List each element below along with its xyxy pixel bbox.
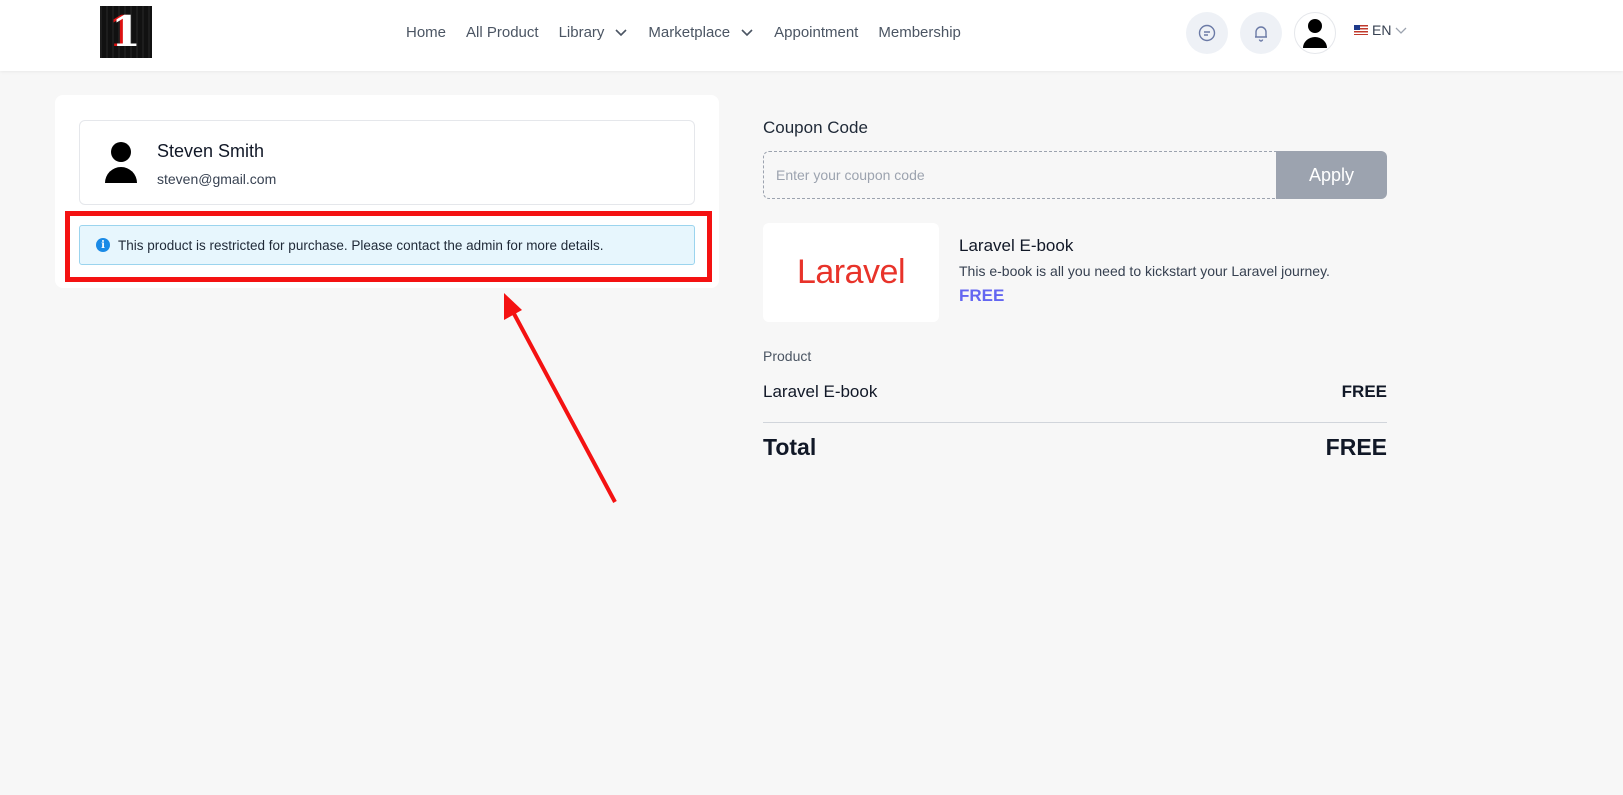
top-header: 1 Home All Product Library Marketplace A… <box>0 0 1623 71</box>
nav-membership-label: Membership <box>878 23 961 41</box>
summary-label: Product <box>763 348 812 364</box>
main-nav: Home All Product Library Marketplace App… <box>406 0 981 64</box>
user-icon <box>105 142 137 183</box>
profile-avatar-button[interactable] <box>1294 12 1336 54</box>
nav-library-label: Library <box>558 23 605 41</box>
nav-all-product-label: All Product <box>466 23 539 41</box>
annotation-highlight-box <box>65 211 712 282</box>
coupon-input[interactable] <box>763 151 1278 199</box>
user-email: steven@gmail.com <box>157 171 277 187</box>
product-description: This e-book is all you need to kickstart… <box>959 263 1330 279</box>
logo-pattern <box>100 6 152 58</box>
language-selector[interactable]: EN <box>1354 22 1408 38</box>
nav-membership[interactable]: Membership <box>878 24 961 41</box>
total-label: Total <box>763 434 817 460</box>
chevron-down-icon <box>741 29 753 37</box>
notifications-button[interactable] <box>1240 12 1282 54</box>
nav-marketplace-label: Marketplace <box>648 23 731 41</box>
product-title: Laravel E-book <box>959 236 1074 255</box>
laravel-logo: Laravel <box>796 253 906 291</box>
user-box: Steven Smith steven@gmail.com <box>79 120 695 205</box>
nav-appointment[interactable]: Appointment <box>774 24 858 41</box>
nav-marketplace[interactable]: Marketplace <box>648 24 754 41</box>
summary-divider <box>763 422 1387 423</box>
chevron-down-icon <box>1395 27 1407 34</box>
nav-home-label: Home <box>406 23 447 41</box>
line-item-name: Laravel E-book <box>763 382 878 401</box>
coupon-title: Coupon Code <box>763 118 868 137</box>
nav-appointment-label: Appointment <box>774 23 859 41</box>
arrow-head <box>504 293 522 320</box>
chat-icon <box>1198 24 1216 42</box>
language-label: EN <box>1372 22 1392 38</box>
chevron-down-icon <box>615 29 627 37</box>
product-price: FREE <box>959 286 1005 305</box>
nav-library[interactable]: Library <box>559 24 629 41</box>
user-name: Steven Smith <box>157 141 265 161</box>
total-value: FREE <box>1325 434 1387 460</box>
nav-home[interactable]: Home <box>406 24 446 41</box>
product-thumbnail: Laravel <box>763 223 939 322</box>
nav-all-product[interactable]: All Product <box>466 24 539 41</box>
bell-icon <box>1255 26 1267 42</box>
us-flag-icon <box>1354 25 1368 35</box>
line-item-price: FREE <box>1341 382 1387 401</box>
user-avatar-icon <box>1303 19 1327 48</box>
site-logo[interactable]: 1 <box>100 6 152 58</box>
chat-button[interactable] <box>1186 12 1228 54</box>
apply-coupon-button[interactable]: Apply <box>1276 151 1387 199</box>
arrow-shaft <box>510 309 617 503</box>
